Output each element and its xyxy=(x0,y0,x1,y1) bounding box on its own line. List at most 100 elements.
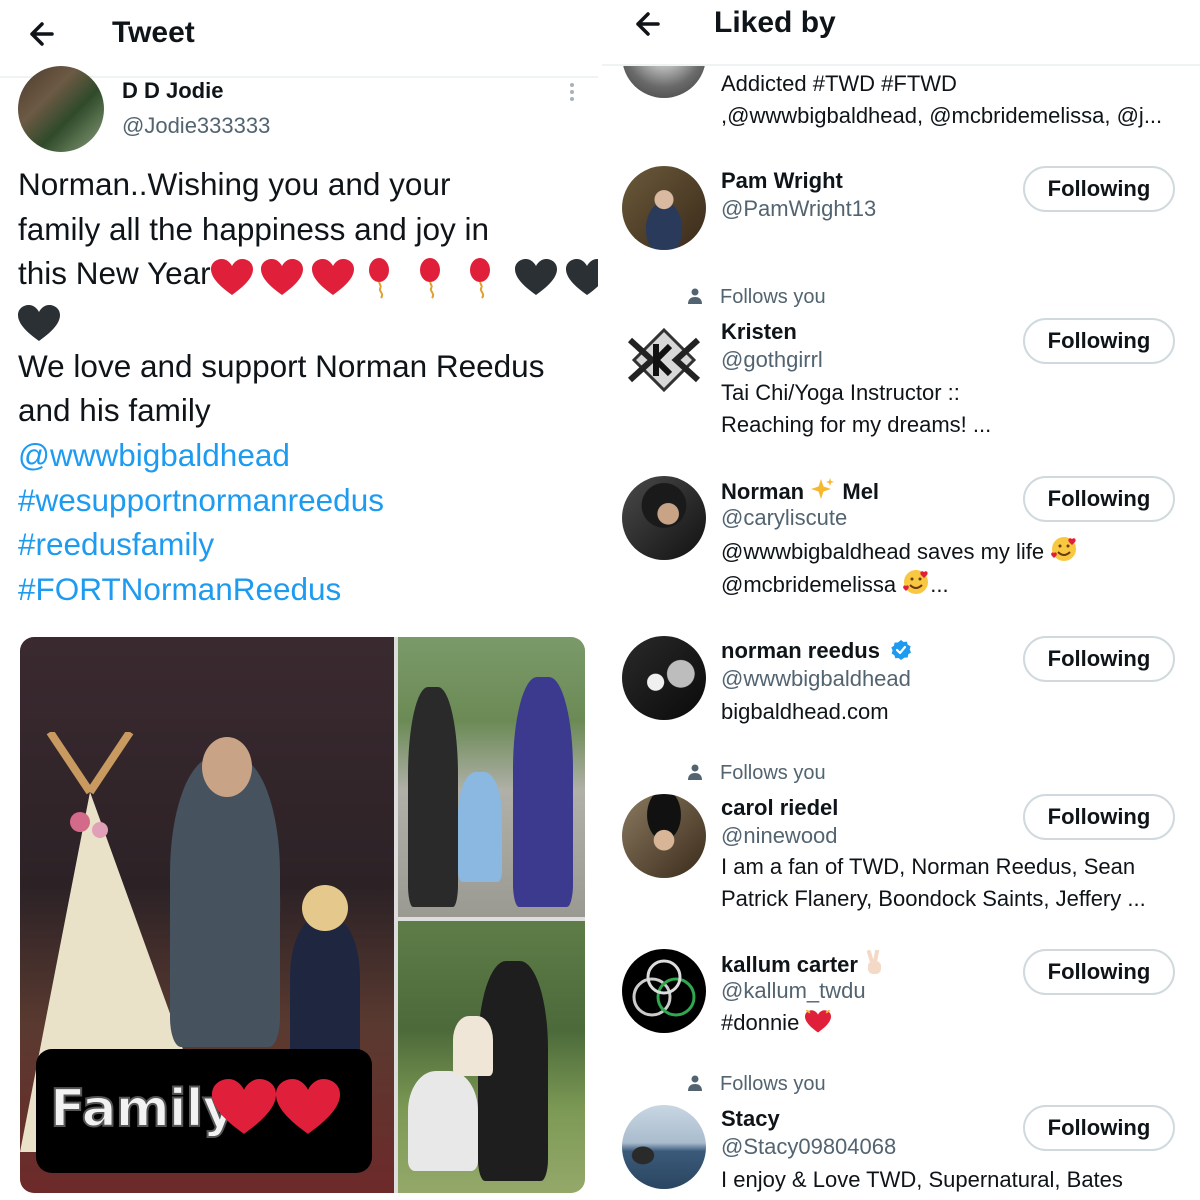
user-bio-line: I am a fan of TWD, Norman Reedus, Sean xyxy=(721,854,1136,879)
page-title: Tweet xyxy=(112,16,195,49)
following-button[interactable]: Following xyxy=(1023,318,1175,364)
user-bio: Addicted #TWD #FTWD ,@wwwbigbaldhead, @m… xyxy=(721,68,1162,132)
follows-you-label: Follows you xyxy=(688,1073,826,1096)
red-heart-icon xyxy=(212,1079,276,1134)
person-icon xyxy=(688,288,702,304)
tweet-screen: Tweet D D Jodie @Jodie333333 Norman..Wis… xyxy=(0,0,598,1200)
twd-logo-icon xyxy=(632,959,696,1017)
child-figure xyxy=(458,772,502,882)
user-name[interactable]: Kristen xyxy=(721,319,797,345)
user-avatar[interactable] xyxy=(622,949,706,1033)
victory-hand-icon xyxy=(867,950,882,974)
user-avatar[interactable] xyxy=(622,794,706,878)
red-heart-icon xyxy=(210,258,253,295)
user-bio-line: Reaching for my dreams! ... xyxy=(721,412,992,437)
user-name-part: Mel xyxy=(842,479,880,504)
user-avatar[interactable] xyxy=(622,476,706,560)
user-handle[interactable]: @Stacy09804068 xyxy=(721,1134,896,1160)
person-icon xyxy=(688,1075,702,1091)
author-handle[interactable]: @Jodie333333 xyxy=(122,113,270,139)
follows-you-text: Follows you xyxy=(720,762,826,784)
user-avatar[interactable] xyxy=(622,166,706,250)
user-bio-text: ... xyxy=(930,572,949,597)
child-figure xyxy=(290,917,360,1067)
user-handle[interactable]: @ninewood xyxy=(721,823,838,849)
tweet-text-line: and his family xyxy=(18,392,211,429)
balloon-icon xyxy=(470,257,491,299)
user-handle[interactable]: @PamWright13 xyxy=(721,196,876,222)
author-avatar[interactable] xyxy=(18,66,104,152)
person-icon xyxy=(688,764,702,780)
back-arrow-icon[interactable] xyxy=(628,4,668,44)
family-caption-text: Family xyxy=(49,1078,237,1140)
user-bio-line[interactable]: bigbaldhead.com xyxy=(721,696,889,728)
user-handle[interactable]: @gothgirrl xyxy=(721,347,823,373)
black-heart-icon xyxy=(18,304,60,341)
user-bio-text: #donnie xyxy=(721,1010,800,1035)
user-handle[interactable]: @kallum_twdu xyxy=(721,978,866,1004)
mention-link[interactable]: @wwwbigbaldhead xyxy=(18,433,593,478)
hashtag-link[interactable]: #FORTNormanReedus xyxy=(18,567,593,612)
user-bio-line: Tai Chi/Yoga Instructor :: xyxy=(721,380,960,405)
user-bio-line: @wwwbigbaldhead saves my life xyxy=(721,535,1078,568)
user-handle[interactable]: @caryliscute xyxy=(721,505,847,531)
following-button[interactable]: Following xyxy=(1023,949,1175,995)
user-name-text: kallum carter xyxy=(721,952,858,977)
tweet-media-collage[interactable]: Family xyxy=(20,637,585,1193)
back-arrow-icon[interactable] xyxy=(22,14,62,54)
following-button[interactable]: Following xyxy=(1023,794,1175,840)
follows-you-label: Follows you xyxy=(688,286,826,309)
family-photo-park[interactable] xyxy=(398,921,585,1193)
following-button[interactable]: Following xyxy=(1023,636,1175,682)
user-avatar[interactable] xyxy=(622,636,706,720)
emoji-row xyxy=(210,253,598,299)
hashtag-link[interactable]: #wesupportnormanreedus xyxy=(18,478,593,523)
user-name[interactable]: kallum carter xyxy=(721,950,886,978)
family-caption-badge: Family xyxy=(36,1049,372,1173)
kristen-logo-icon xyxy=(627,327,701,393)
tweet-text-line: family all the happiness and joy in xyxy=(18,210,490,247)
tweet-text-line: this New Year xyxy=(18,251,598,299)
child-figure xyxy=(453,1016,493,1076)
heart-with-ribbon-icon xyxy=(805,1010,832,1033)
following-button[interactable]: Following xyxy=(1023,1105,1175,1151)
user-bio: Tai Chi/Yoga Instructor :: Reaching for … xyxy=(721,377,991,441)
user-avatar[interactable] xyxy=(622,318,706,402)
tweet-text-fragment: this New Year xyxy=(18,255,211,292)
smiling-face-with-hearts-icon xyxy=(1051,537,1077,561)
follows-you-label: Follows you xyxy=(688,762,826,785)
follows-you-text: Follows you xyxy=(720,286,826,308)
user-avatar[interactable] xyxy=(622,1105,706,1189)
author-name[interactable]: D D Jodie xyxy=(122,78,223,104)
user-handle[interactable]: @wwwbigbaldhead xyxy=(721,666,911,692)
black-heart-icon xyxy=(565,258,598,295)
balloon-icon xyxy=(368,257,389,299)
user-bio-line: ,@wwwbigbaldhead, @mcbridemelissa, @j... xyxy=(721,103,1163,128)
hashtag-link[interactable]: #reedusfamily xyxy=(18,522,593,567)
user-name[interactable]: Norman Mel xyxy=(721,477,879,505)
user-bio-line: @mcbridemelissa ... xyxy=(721,568,1078,601)
red-heart-icon xyxy=(312,258,355,295)
tweet-header: Tweet xyxy=(0,0,598,78)
family-photo-main[interactable]: Family xyxy=(20,637,394,1193)
user-name-text: norman reedus xyxy=(721,638,880,663)
adult-figure xyxy=(513,677,573,907)
user-bio: I enjoy & Love TWD, Supernatural, Bates xyxy=(721,1164,1123,1196)
following-button[interactable]: Following xyxy=(1023,166,1175,212)
smiling-face-with-hearts-icon xyxy=(903,570,929,594)
user-name-part: Norman xyxy=(721,479,805,504)
user-name[interactable]: carol riedel xyxy=(721,795,838,821)
tweet-text-line xyxy=(18,299,593,344)
sparkles-icon xyxy=(811,478,835,499)
user-bio: bigbaldhead.com xyxy=(721,696,889,728)
adult-figure xyxy=(170,757,280,1047)
following-button[interactable]: Following xyxy=(1023,476,1175,522)
user-name[interactable]: Pam Wright xyxy=(721,168,843,194)
family-photo-walk[interactable] xyxy=(398,637,585,917)
more-options-icon[interactable] xyxy=(560,80,584,104)
user-bio: @wwwbigbaldhead saves my life @mcbrideme… xyxy=(721,535,1078,601)
user-name[interactable]: Stacy xyxy=(721,1106,780,1132)
user-bio-line: #donnie xyxy=(721,1007,832,1039)
user-name[interactable]: norman reedus xyxy=(721,638,912,664)
caption-hearts xyxy=(212,1079,340,1142)
